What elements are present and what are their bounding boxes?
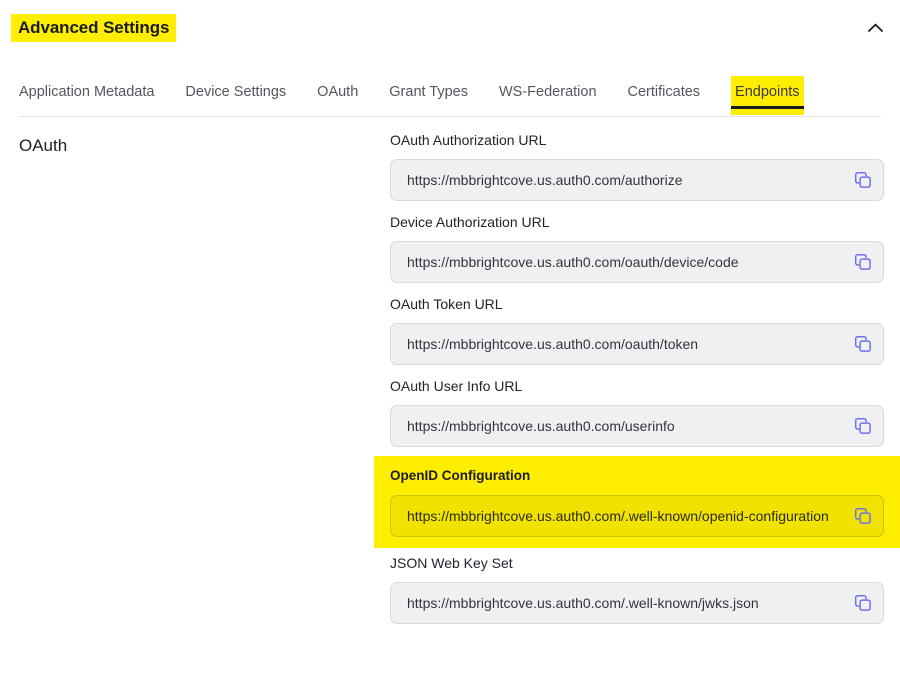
advanced-settings-panel: Advanced Settings Application Metadata De… bbox=[0, 0, 900, 694]
tab-grant-types[interactable]: Grant Types bbox=[389, 76, 468, 115]
field-oauth-authorization-url: OAuth Authorization URL https://mbbrightc… bbox=[374, 131, 900, 201]
field-value-openid-configuration[interactable]: https://mbbrightcove.us.auth0.com/.well-… bbox=[391, 507, 843, 525]
field-oauth-user-info-url: OAuth User Info URL https://mbbrightcove.… bbox=[374, 377, 900, 447]
field-control-oauth-authorization-url: https://mbbrightcove.us.auth0.com/author… bbox=[390, 159, 884, 201]
tab-endpoints[interactable]: Endpoints bbox=[731, 76, 804, 115]
copy-icon bbox=[854, 594, 872, 612]
copy-button-device-authorization-url[interactable] bbox=[843, 242, 883, 282]
field-label-openid-configuration: OpenID Configuration bbox=[390, 467, 884, 485]
field-control-openid-configuration: https://mbbrightcove.us.auth0.com/.well-… bbox=[390, 495, 884, 537]
copy-button-oauth-user-info-url[interactable] bbox=[843, 406, 883, 446]
field-device-authorization-url: Device Authorization URL https://mbbright… bbox=[374, 213, 900, 283]
tab-device-settings[interactable]: Device Settings bbox=[185, 76, 286, 115]
field-control-oauth-user-info-url: https://mbbrightcove.us.auth0.com/userin… bbox=[390, 405, 884, 447]
field-control-oauth-token-url: https://mbbrightcove.us.auth0.com/oauth/… bbox=[390, 323, 884, 365]
tab-certificates[interactable]: Certificates bbox=[628, 76, 701, 115]
copy-icon bbox=[854, 507, 872, 525]
field-label-oauth-token-url: OAuth Token URL bbox=[390, 295, 884, 313]
field-label-oauth-authorization-url: OAuth Authorization URL bbox=[390, 131, 884, 149]
tab-application-metadata[interactable]: Application Metadata bbox=[19, 76, 154, 115]
copy-button-oauth-token-url[interactable] bbox=[843, 324, 883, 364]
tab-oauth[interactable]: OAuth bbox=[317, 76, 358, 115]
panel-title-text: Advanced Settings bbox=[11, 14, 176, 42]
field-control-json-web-key-set: https://mbbrightcove.us.auth0.com/.well-… bbox=[390, 582, 884, 624]
field-label-device-authorization-url: Device Authorization URL bbox=[390, 213, 884, 231]
settings-tablist: Application Metadata Device Settings OAuth… bbox=[19, 76, 881, 117]
copy-button-openid-configuration[interactable] bbox=[843, 496, 883, 536]
copy-icon bbox=[854, 335, 872, 353]
panel-header: Advanced Settings bbox=[0, 0, 900, 58]
field-label-json-web-key-set: JSON Web Key Set bbox=[390, 554, 884, 572]
panel-body: OAuth OAuth Authorization URL https://mbb… bbox=[0, 117, 900, 694]
field-label-oauth-user-info-url: OAuth User Info URL bbox=[390, 377, 884, 395]
collapse-panel-button[interactable] bbox=[858, 10, 892, 44]
copy-icon bbox=[854, 171, 872, 189]
endpoint-field-list: OAuth Authorization URL https://mbbrightc… bbox=[374, 117, 900, 636]
section-heading-oauth: OAuth bbox=[19, 135, 67, 157]
copy-icon bbox=[854, 417, 872, 435]
copy-button-oauth-authorization-url[interactable] bbox=[843, 160, 883, 200]
field-value-device-authorization-url[interactable]: https://mbbrightcove.us.auth0.com/oauth/… bbox=[391, 253, 843, 271]
field-value-oauth-authorization-url[interactable]: https://mbbrightcove.us.auth0.com/author… bbox=[391, 171, 843, 189]
field-oauth-token-url: OAuth Token URL https://mbbrightcove.us.a… bbox=[374, 295, 900, 365]
field-value-oauth-user-info-url[interactable]: https://mbbrightcove.us.auth0.com/userin… bbox=[391, 417, 843, 435]
tab-ws-federation[interactable]: WS-Federation bbox=[499, 76, 597, 115]
field-value-json-web-key-set[interactable]: https://mbbrightcove.us.auth0.com/.well-… bbox=[391, 594, 843, 612]
copy-icon bbox=[854, 253, 872, 271]
field-control-device-authorization-url: https://mbbrightcove.us.auth0.com/oauth/… bbox=[390, 241, 884, 283]
copy-button-json-web-key-set[interactable] bbox=[843, 583, 883, 623]
field-value-oauth-token-url[interactable]: https://mbbrightcove.us.auth0.com/oauth/… bbox=[391, 335, 843, 353]
chevron-up-icon bbox=[868, 23, 883, 32]
page-title: Advanced Settings bbox=[11, 14, 176, 42]
field-json-web-key-set: JSON Web Key Set https://mbbrightcove.us.… bbox=[374, 554, 900, 624]
field-openid-configuration: OpenID Configuration https://mbbrightcove… bbox=[374, 456, 900, 548]
